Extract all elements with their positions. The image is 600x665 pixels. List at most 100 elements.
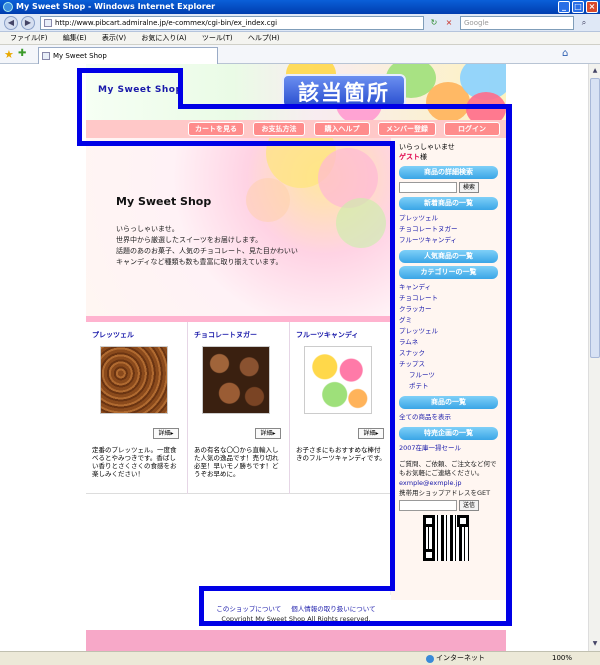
guest-suffix: 様 bbox=[420, 153, 427, 161]
all-items-link[interactable]: 全ての商品を表示 bbox=[399, 412, 498, 423]
contact-email-link[interactable]: exmple@exmple.jp bbox=[399, 478, 498, 489]
fruit-candy-image[interactable] bbox=[304, 346, 372, 414]
detail-button[interactable]: 詳細▸ bbox=[153, 428, 179, 439]
product-name[interactable]: チョコレートヌガー bbox=[194, 330, 283, 340]
tab-title: My Sweet Shop bbox=[53, 52, 107, 60]
category-link[interactable]: キャンディ bbox=[399, 282, 498, 293]
category-link[interactable]: チップス bbox=[399, 359, 498, 370]
qr-corner bbox=[423, 549, 435, 561]
privacy-policy-link[interactable]: 個人情報の取り扱いについて bbox=[291, 605, 375, 613]
menu-file[interactable]: ファイル(F) bbox=[10, 34, 48, 42]
category-link[interactable]: プレッツェル bbox=[399, 326, 498, 337]
search-icon[interactable]: ⌕ bbox=[578, 17, 590, 29]
contact-text: ご質問、ご依頼、ご注文など何でもお気軽にご連絡ください。 bbox=[399, 460, 497, 477]
subcategory-link[interactable]: ポテト bbox=[399, 381, 498, 392]
close-window-button[interactable]: × bbox=[586, 1, 598, 13]
product-card: プレッツェル 詳細▸ 定番のプレッツェル。一度食べるとやみつきです。香ばしい香り… bbox=[86, 322, 188, 494]
chocolate-nougat-image[interactable] bbox=[202, 346, 270, 414]
pretzel-image[interactable] bbox=[100, 346, 168, 414]
zoom-level[interactable]: 100% bbox=[552, 652, 572, 665]
window-titlebar: My Sweet Shop - Windows Internet Explore… bbox=[0, 0, 600, 14]
category-link[interactable]: スナック bbox=[399, 348, 498, 359]
shop-logo[interactable]: My Sweet Shop bbox=[98, 85, 182, 95]
category-heading[interactable]: カテゴリーの一覧 bbox=[399, 266, 498, 279]
product-description: 定番のプレッツェル。一度食べるとやみつきです。香ばしい香りとさくさくの食感をお楽… bbox=[92, 446, 177, 478]
purchase-help-button[interactable]: 購入ヘルプ bbox=[314, 122, 370, 136]
scroll-thumb[interactable] bbox=[590, 78, 600, 358]
send-button[interactable]: 送信 bbox=[459, 500, 479, 511]
shop-sidebar: いらっしゃいませ ゲスト様 商品の詳細検索 検索 新着商品の一覧 プレッツェル … bbox=[391, 138, 506, 600]
browser-tab[interactable]: My Sweet Shop bbox=[38, 47, 218, 64]
add-favorite-icon[interactable]: ✚ bbox=[18, 48, 26, 59]
popular-items-heading[interactable]: 人気商品の一覧 bbox=[399, 250, 498, 263]
hero-title: My Sweet Shop bbox=[116, 195, 212, 208]
subcategory-link[interactable]: フルーツ bbox=[399, 370, 498, 381]
refresh-icon[interactable]: ↻ bbox=[428, 17, 440, 29]
menu-view[interactable]: 表示(V) bbox=[102, 34, 126, 42]
category-link[interactable]: クラッカー bbox=[399, 304, 498, 315]
login-button[interactable]: ログイン bbox=[444, 122, 500, 136]
scroll-down-icon[interactable]: ▼ bbox=[590, 638, 600, 650]
product-card: フルーツキャンディ 詳細▸ お子さまにもおすすめな棒付きのフルーツキャンディです… bbox=[290, 322, 392, 494]
special-sale-link[interactable]: 2007在庫一掃セール bbox=[399, 443, 498, 454]
window-title: My Sweet Shop - Windows Internet Explore… bbox=[16, 2, 216, 11]
search-input[interactable]: Google bbox=[460, 16, 574, 30]
url-input[interactable]: http://www.pibcart.admiralne.jp/e-commex… bbox=[40, 16, 424, 30]
member-register-button[interactable]: メンバー登録 bbox=[378, 122, 436, 136]
product-name[interactable]: フルーツキャンディ bbox=[296, 330, 386, 340]
menu-help[interactable]: ヘルプ(H) bbox=[248, 34, 280, 42]
stop-icon[interactable]: × bbox=[443, 17, 455, 29]
mobile-email-input[interactable] bbox=[399, 500, 457, 511]
category-link[interactable]: ラムネ bbox=[399, 337, 498, 348]
product-search-input[interactable] bbox=[399, 182, 457, 193]
qr-corner bbox=[423, 515, 435, 527]
special-sale-heading[interactable]: 特売企画の一覧 bbox=[399, 427, 498, 440]
ie-logo-icon bbox=[3, 2, 13, 12]
shop-page: My Sweet Shop 該当箇所 カートを見る お支払方法 購入ヘルプ メン… bbox=[77, 64, 512, 651]
favorites-bar: ★ ✚ My Sweet Shop ⌂ bbox=[0, 45, 600, 64]
back-button[interactable]: ◀ bbox=[4, 16, 18, 30]
hero-text: いらっしゃいませ。 世界中から厳選したスイーツをお届けします。 話題のあのお菓子… bbox=[116, 224, 298, 268]
payment-method-button[interactable]: お支払方法 bbox=[253, 122, 305, 136]
hero-line: 世界中から厳選したスイーツをお届けします。 bbox=[116, 236, 263, 244]
product-description: あの有名な〇〇から直輸入した人気の逸品です！売り切れ必至！早いモノ勝ちです！どう… bbox=[194, 446, 279, 478]
annotation-label: 該当箇所 bbox=[282, 74, 406, 108]
category-link[interactable]: グミ bbox=[399, 315, 498, 326]
detail-button[interactable]: 詳細▸ bbox=[358, 428, 384, 439]
maximize-button[interactable]: □ bbox=[572, 1, 584, 13]
all-items-heading[interactable]: 商品の一覧 bbox=[399, 396, 498, 409]
new-item-link[interactable]: フルーツキャンディ bbox=[399, 235, 498, 246]
menu-edit[interactable]: 編集(E) bbox=[63, 34, 87, 42]
scroll-up-icon[interactable]: ▲ bbox=[590, 65, 600, 77]
shop-nav: カートを見る お支払方法 購入ヘルプ メンバー登録 ログイン bbox=[86, 120, 506, 138]
favorites-star-icon[interactable]: ★ bbox=[4, 48, 14, 61]
minimize-button[interactable]: _ bbox=[558, 1, 570, 13]
home-icon[interactable]: ⌂ bbox=[562, 48, 568, 59]
new-items-heading[interactable]: 新着商品の一覧 bbox=[399, 197, 498, 210]
page-icon bbox=[44, 19, 52, 27]
menu-bar: ファイル(F) 編集(E) 表示(V) お気に入り(A) ツール(T) ヘルプ(… bbox=[0, 32, 600, 45]
security-zone[interactable]: インターネット bbox=[436, 652, 485, 665]
status-bar: インターネット 100% bbox=[0, 651, 600, 665]
detail-search-heading[interactable]: 商品の詳細検索 bbox=[399, 166, 498, 179]
forward-button[interactable]: ▶ bbox=[21, 16, 35, 30]
new-item-link[interactable]: チョコレートヌガー bbox=[399, 224, 498, 235]
page-viewport: My Sweet Shop 該当箇所 カートを見る お支払方法 購入ヘルプ メン… bbox=[0, 64, 588, 651]
vertical-scrollbar[interactable]: ▲ ▼ bbox=[588, 64, 600, 651]
hero-line: キャンディなど種類も数も豊富に取り揃えています。 bbox=[116, 258, 283, 266]
view-cart-button[interactable]: カートを見る bbox=[188, 122, 244, 136]
mobile-send-row: 送信 bbox=[399, 500, 498, 511]
new-item-link[interactable]: プレッツェル bbox=[399, 213, 498, 224]
hero-line: いらっしゃいませ。 bbox=[116, 225, 179, 233]
about-shop-link[interactable]: このショップについて bbox=[216, 605, 281, 613]
product-search-button[interactable]: 検索 bbox=[459, 182, 479, 193]
greeting-text: いらっしゃいませ bbox=[399, 143, 455, 151]
product-name[interactable]: プレッツェル bbox=[92, 330, 181, 340]
category-link[interactable]: チョコレート bbox=[399, 293, 498, 304]
sidebar-search: 検索 bbox=[399, 182, 498, 193]
detail-button[interactable]: 詳細▸ bbox=[255, 428, 281, 439]
menu-tools[interactable]: ツール(T) bbox=[202, 34, 233, 42]
menu-favorites[interactable]: お気に入り(A) bbox=[141, 34, 186, 42]
mobile-address-label: 携帯用ショップアドレスをGET bbox=[399, 489, 491, 497]
hero-line: 話題のあのお菓子、人気のチョコレート、見た目かわいい bbox=[116, 247, 298, 255]
